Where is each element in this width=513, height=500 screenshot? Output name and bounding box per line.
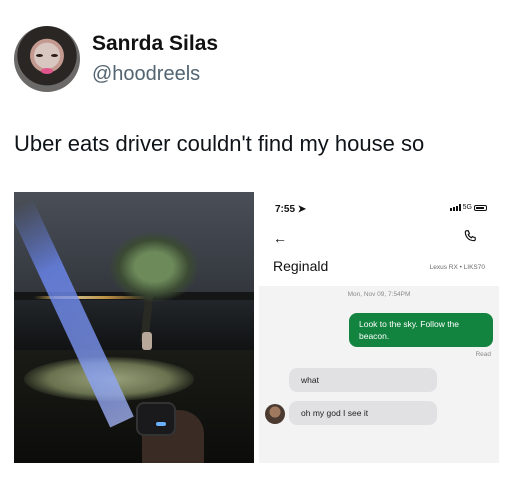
status-time: 7:55 ➤ — [275, 204, 306, 215]
avatar-eye — [51, 54, 58, 57]
message-timestamp: Mon, Nov 09, 7:54PM — [347, 291, 411, 298]
driver-avatar — [265, 404, 285, 424]
message-outgoing: Look to the sky. Follow the beacon. — [349, 313, 493, 347]
tweet-text: Uber eats driver couldn't find my house … — [14, 131, 425, 156]
vehicle-info: Lexus RX • LIKS70 — [429, 264, 485, 271]
photo-person — [142, 332, 152, 350]
palm-tree — [109, 232, 199, 302]
author-name[interactable]: Sanrda Silas — [92, 32, 218, 56]
contact-name: Reginald — [273, 258, 329, 274]
uber-eats-chat-screenshot[interactable]: 7:55 ➤ 5G ← Reginald Lexus RX • LIKS70 M… — [259, 192, 499, 463]
tweet-header: Sanrda Silas @hoodreels — [14, 22, 504, 94]
author-avatar[interactable] — [14, 26, 80, 92]
phone-call-icon[interactable] — [463, 229, 477, 243]
back-arrow-icon[interactable]: ← — [273, 230, 287, 246]
avatar-lips — [41, 68, 53, 74]
network-label: 5G — [462, 204, 472, 211]
signal-icon — [449, 204, 461, 211]
author-handle[interactable]: @hoodreels — [92, 63, 200, 86]
status-icons: 5G — [449, 204, 487, 211]
status-time-text: 7:55 — [275, 204, 296, 215]
flashlight-led — [156, 422, 166, 426]
flashlight-icon — [136, 402, 176, 436]
location-arrow-icon: ➤ — [297, 204, 307, 215]
battery-icon — [474, 204, 487, 211]
read-receipt: Read — [475, 351, 491, 358]
avatar-eye — [36, 54, 43, 57]
message-incoming: oh my god I see it — [289, 401, 437, 425]
night-flashlight-photo[interactable] — [14, 192, 254, 463]
message-incoming: what — [289, 368, 437, 392]
photo-water — [14, 300, 254, 350]
